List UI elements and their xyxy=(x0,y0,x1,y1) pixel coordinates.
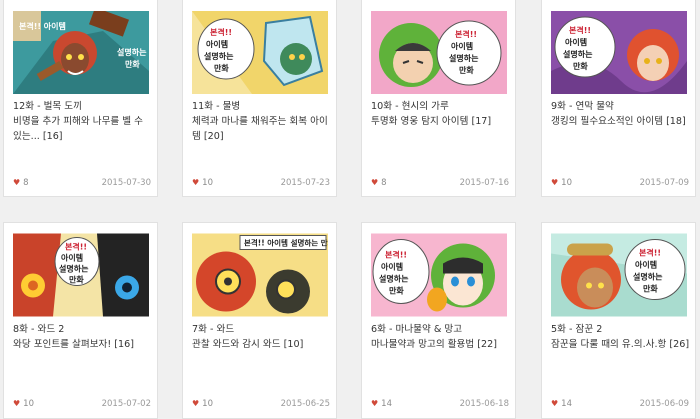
comic-card[interactable]: 본격!! 아이템 설명하는 만화 12화 - 벌목 도끼 비명을 추가 피해와 … xyxy=(3,0,158,197)
comic-card[interactable]: 본격!! 아이템 설명하는 만화 7화 - 와드 관찰 와드와 감시 와드 [1… xyxy=(182,222,337,419)
comic-title[interactable]: 10화 - 현시의 가루 xyxy=(371,99,513,114)
comic-thumbnail[interactable]: 본격!! 아이템 설명하는 만화 xyxy=(371,11,507,94)
heart-icon: ♥ xyxy=(13,399,21,408)
publish-date: 2015-07-23 xyxy=(280,178,330,188)
comic-thumbnail[interactable]: 본격!! 아이템 설명하는 만화 xyxy=(551,233,687,317)
comic-description[interactable]: 잠꾼을 다룰 때의 유.의.사.항 [26] xyxy=(551,337,691,352)
comic-thumbnail[interactable]: 본격!! 아이템 설명하는 만화 xyxy=(371,233,507,317)
comic-title[interactable]: 12화 - 벌목 도끼 xyxy=(13,99,155,114)
svg-text:설명하는: 설명하는 xyxy=(563,49,593,59)
comic-thumbnail-art: 본격!! 아이템 설명하는 만화 xyxy=(13,233,149,317)
svg-text:아이템: 아이템 xyxy=(381,262,403,272)
svg-text:아이템: 아이템 xyxy=(61,253,83,263)
publish-date: 2015-07-16 xyxy=(459,178,509,188)
comic-thumbnail[interactable]: 본격!! 아이템 설명하는 만화 xyxy=(192,11,328,94)
comic-description[interactable]: 마나물약과 망고의 활용법 [22] xyxy=(371,337,511,352)
svg-text:본격!!: 본격!! xyxy=(210,27,232,37)
bubble-line-1: 본격!! 아이템 xyxy=(19,21,66,31)
publish-date: 2015-06-25 xyxy=(280,399,330,409)
like-count: ♥ 10 xyxy=(13,399,34,409)
comic-card[interactable]: 본격!! 아이템 설명하는 만화 11화 - 물병 체력과 마나를 채워주는 회… xyxy=(182,0,337,197)
svg-text:만화: 만화 xyxy=(125,59,140,69)
comic-thumbnail[interactable]: 본격!! 아이템 설명하는 만화 xyxy=(551,11,687,94)
heart-icon: ♥ xyxy=(192,178,200,187)
like-count: ♥ 10 xyxy=(192,178,213,188)
comic-card[interactable]: 본격!! 아이템 설명하는 만화 10화 - 현시의 가루 투명화 영웅 탐지 … xyxy=(361,0,516,197)
comic-card[interactable]: 본격!! 아이템 설명하는 만화 5화 - 잠꾼 2 잠꾼을 다룰 때의 유.의… xyxy=(541,222,696,419)
comic-description[interactable]: 관찰 와드와 감시 와드 [10] xyxy=(192,337,332,352)
like-count: ♥ 8 xyxy=(371,178,387,188)
comic-thumbnail[interactable]: 본격!! 아이템 설명하는 만화 xyxy=(192,233,328,317)
heart-icon: ♥ xyxy=(13,178,21,187)
svg-text:아이템: 아이템 xyxy=(635,260,657,270)
comic-description[interactable]: 비명을 추가 피해와 나무를 벨 수 있는... [16] xyxy=(13,114,153,144)
svg-text:만화: 만화 xyxy=(573,61,588,71)
like-count: ♥ 14 xyxy=(551,399,572,409)
heart-icon: ♥ xyxy=(192,399,200,408)
heart-icon: ♥ xyxy=(551,178,559,187)
svg-text:아이템: 아이템 xyxy=(451,41,473,51)
comic-card[interactable]: 본격!! 아이템 설명하는 만화 9화 - 연막 물약 갱킹의 필수요소적인 아… xyxy=(541,0,696,197)
svg-text:설명하는: 설명하는 xyxy=(117,47,147,57)
comic-thumbnail[interactable]: 본격!! 아이템 설명하는 만화 xyxy=(13,11,149,94)
svg-text:설명하는: 설명하는 xyxy=(59,264,89,274)
svg-text:설명하는: 설명하는 xyxy=(449,53,479,63)
comic-description[interactable]: 갱킹의 필수요소적인 아이템 [18] xyxy=(551,114,691,129)
comic-title[interactable]: 11화 - 물병 xyxy=(192,99,334,114)
svg-text:만화: 만화 xyxy=(459,65,474,75)
publish-date: 2015-07-09 xyxy=(639,178,689,188)
comic-thumbnail-art: 본격!! 아이템 설명하는 만화 xyxy=(551,233,687,317)
comic-description[interactable]: 투명화 영웅 탐지 아이템 [17] xyxy=(371,114,511,129)
like-count: ♥ 10 xyxy=(192,399,213,409)
publish-date: 2015-06-18 xyxy=(459,399,509,409)
comic-thumbnail-art: 본격!! 아이템 설명하는 만화 xyxy=(371,233,507,317)
publish-date: 2015-07-30 xyxy=(101,178,151,188)
svg-text:만화: 만화 xyxy=(643,284,658,294)
comic-thumbnail-art: 본격!! 아이템 설명하는 만화 xyxy=(551,11,687,94)
comic-title[interactable]: 7화 - 와드 xyxy=(192,322,334,337)
svg-text:아이템: 아이템 xyxy=(565,37,587,47)
svg-text:만화: 만화 xyxy=(69,275,84,285)
svg-text:설명하는: 설명하는 xyxy=(379,274,409,284)
svg-text:설명하는: 설명하는 xyxy=(633,272,663,282)
comic-thumbnail-art: 본격!! 아이템 설명하는 만화 xyxy=(371,11,507,94)
like-count: ♥ 8 xyxy=(13,178,29,188)
heart-icon: ♥ xyxy=(371,399,379,408)
comic-title[interactable]: 8화 - 와드 2 xyxy=(13,322,155,337)
svg-text:본격!!: 본격!! xyxy=(455,29,477,39)
comic-description[interactable]: 체력과 마나를 채워주는 회복 아이템 [20] xyxy=(192,114,332,144)
comic-card[interactable]: 본격!! 아이템 설명하는 만화 8화 - 와드 2 와당 포인트를 살펴보자!… xyxy=(3,222,158,419)
comic-title[interactable]: 6화 - 마나물약 & 망고 xyxy=(371,322,513,337)
like-count: ♥ 10 xyxy=(551,178,572,188)
comic-title[interactable]: 9화 - 연막 물약 xyxy=(551,99,693,114)
svg-text:본격!!: 본격!! xyxy=(385,250,407,260)
comic-card[interactable]: 본격!! 아이템 설명하는 만화 6화 - 마나물약 & 망고 마나물약과 망고… xyxy=(361,222,516,419)
publish-date: 2015-07-02 xyxy=(101,399,151,409)
svg-text:아이템: 아이템 xyxy=(206,39,228,49)
publish-date: 2015-06-09 xyxy=(639,399,689,409)
comic-title[interactable]: 5화 - 잠꾼 2 xyxy=(551,322,693,337)
heart-icon: ♥ xyxy=(371,178,379,187)
svg-text:본격!! 아이템 설명하는 만화: 본격!! 아이템 설명하는 만화 xyxy=(244,238,328,248)
like-count: ♥ 14 xyxy=(371,399,392,409)
comic-description[interactable]: 와당 포인트를 살펴보자! [16] xyxy=(13,337,153,352)
svg-text:본격!!: 본격!! xyxy=(639,248,661,258)
heart-icon: ♥ xyxy=(551,399,559,408)
svg-text:만화: 만화 xyxy=(214,63,229,73)
comic-thumbnail-art: 본격!! 아이템 설명하는 만화 xyxy=(13,11,149,94)
comic-thumbnail[interactable]: 본격!! 아이템 설명하는 만화 xyxy=(13,233,149,317)
svg-text:설명하는: 설명하는 xyxy=(204,51,234,61)
svg-text:본격!!: 본격!! xyxy=(569,25,591,35)
comic-thumbnail-art: 본격!! 아이템 설명하는 만화 xyxy=(192,11,328,94)
svg-text:만화: 만화 xyxy=(389,286,404,296)
comic-thumbnail-art: 본격!! 아이템 설명하는 만화 xyxy=(192,233,328,317)
svg-text:본격!!: 본격!! xyxy=(65,242,87,252)
